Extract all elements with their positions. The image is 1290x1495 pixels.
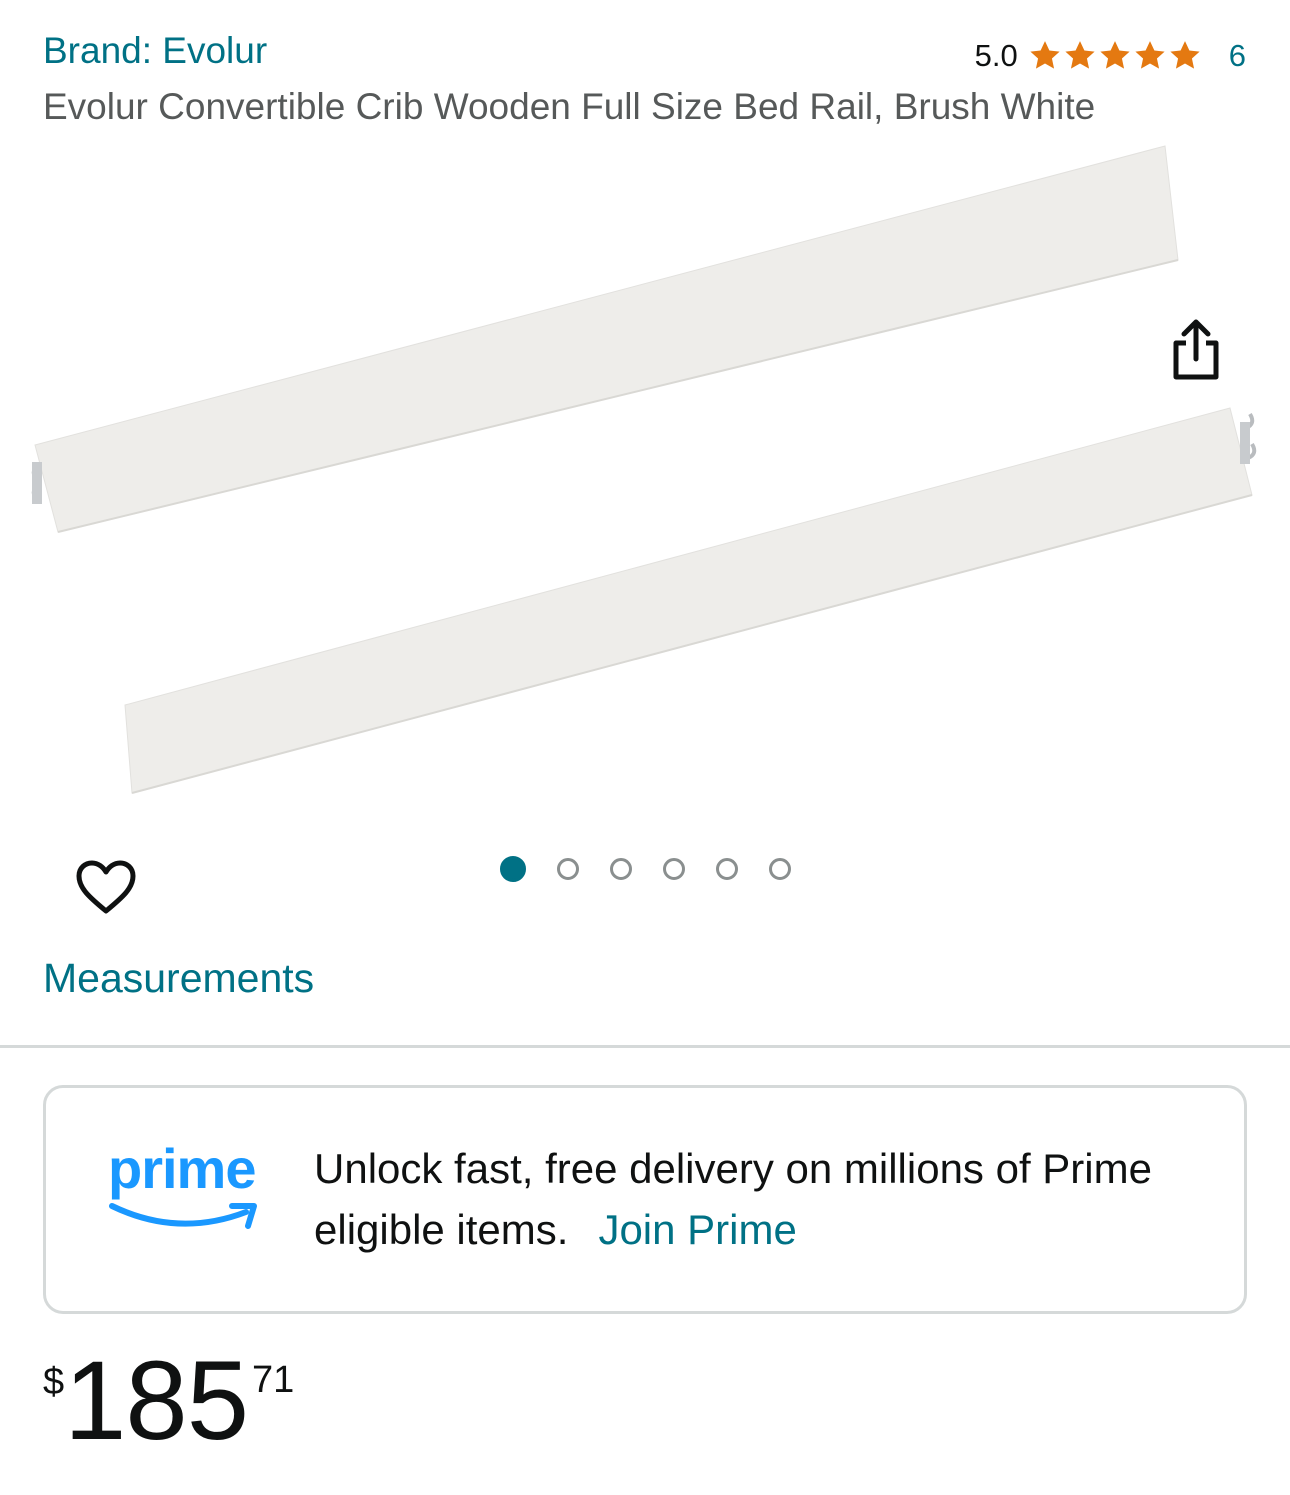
rating-count-link[interactable]: 6 [1229, 38, 1246, 74]
carousel-dot[interactable] [556, 858, 579, 880]
share-icon [1173, 319, 1219, 380]
star-icon [1135, 41, 1165, 69]
prime-logo: prime [108, 1136, 268, 1236]
prime-upsell-card[interactable]: prime Unlock fast, free delivery on mill… [43, 1085, 1247, 1314]
product-title: Evolur Convertible Crib Wooden Full Size… [43, 86, 1096, 127]
measurements-link[interactable]: Measurements [43, 955, 314, 1002]
carousel-dot[interactable] [609, 858, 632, 880]
star-icon [1100, 41, 1130, 69]
star-rating [1028, 39, 1203, 73]
share-button[interactable] [1146, 300, 1246, 400]
join-prime-link[interactable]: Join Prime [598, 1206, 796, 1253]
carousel-dot[interactable] [662, 858, 685, 880]
prime-smile-icon [109, 1203, 257, 1229]
price-whole: 185 [64, 1338, 249, 1463]
rating-summary[interactable]: 5.0 6 [975, 36, 1246, 76]
star-icon [1030, 41, 1060, 69]
star-icon [1170, 41, 1200, 69]
price-fraction: 71 [252, 1359, 295, 1401]
product-image [31, 145, 1257, 794]
price: $ 185 71 [43, 1345, 294, 1457]
carousel-indicator [0, 856, 1290, 882]
rating-value: 5.0 [974, 38, 1018, 73]
brand-link[interactable]: Brand: Evolur [43, 30, 267, 72]
carousel-dot[interactable] [768, 858, 791, 880]
prime-message: Unlock fast, free delivery on millions o… [314, 1138, 1214, 1260]
favorite-button[interactable] [54, 835, 158, 939]
section-divider [0, 1045, 1290, 1048]
carousel-dot-active[interactable] [499, 856, 526, 882]
prime-logo-text: prime [108, 1137, 256, 1200]
price-currency-symbol: $ [43, 1361, 65, 1403]
carousel-dot[interactable] [715, 858, 738, 880]
star-icon [1065, 41, 1095, 69]
product-image-carousel[interactable] [0, 140, 1290, 939]
